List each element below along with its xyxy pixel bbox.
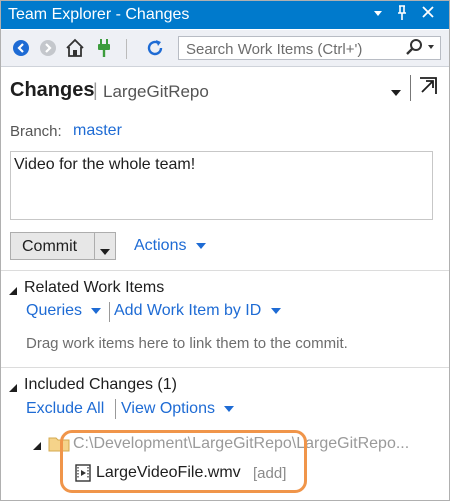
home-icon[interactable]: [64, 37, 86, 59]
link-separator: [109, 302, 110, 322]
add-work-item-label[interactable]: Add Work Item by ID: [114, 302, 261, 319]
popout-icon[interactable]: [418, 76, 438, 101]
link-separator: [115, 399, 116, 419]
commit-button-label[interactable]: Commit: [22, 238, 77, 256]
connect-icon[interactable]: [93, 37, 115, 59]
tree-expand-icon[interactable]: [32, 438, 42, 456]
refresh-icon[interactable]: [144, 37, 166, 59]
highlight-annotation: [60, 430, 307, 493]
view-options-chevron-down-icon: [224, 400, 235, 418]
commit-button-divider: [94, 233, 95, 259]
page-dropdown-icon[interactable]: [390, 84, 402, 102]
commit-message-text: Video for the whole team!: [14, 156, 196, 173]
add-work-item-chevron-down-icon: [270, 302, 281, 320]
pin-icon[interactable]: [393, 5, 411, 24]
add-work-item-menu[interactable]: Add Work Item by ID: [114, 302, 281, 320]
section-divider: [1, 270, 449, 271]
collapse-included-icon[interactable]: [8, 380, 18, 398]
commit-split-button[interactable]: Commit: [10, 232, 116, 260]
commit-message-input[interactable]: Video for the whole team!: [10, 151, 433, 220]
repo-name: LargeGitRepo: [103, 82, 209, 101]
view-options-menu[interactable]: View Options: [121, 400, 235, 418]
queries-chevron-down-icon: [91, 302, 102, 320]
back-icon[interactable]: [10, 37, 32, 59]
window-dropdown-icon[interactable]: [369, 5, 387, 21]
actions-chevron-down-icon: [195, 237, 206, 255]
branch-link[interactable]: master: [73, 122, 122, 140]
actions-label[interactable]: Actions: [134, 237, 186, 254]
window-title: Team Explorer - Changes: [8, 6, 190, 23]
exclude-all-link[interactable]: Exclude All: [26, 400, 104, 418]
search-icon[interactable]: [404, 38, 436, 63]
related-work-items-title: Related Work Items: [24, 279, 165, 296]
search-placeholder: Search Work Items (Ctrl+'): [186, 41, 363, 58]
toolbar: Search Work Items (Ctrl+'): [1, 30, 449, 67]
queries-label[interactable]: Queries: [26, 302, 82, 319]
close-icon[interactable]: [419, 5, 437, 21]
toolbar-separator: [126, 39, 127, 59]
included-changes-title: Included Changes (1): [24, 376, 177, 393]
forward-icon[interactable]: [37, 37, 59, 59]
queries-menu[interactable]: Queries: [26, 302, 102, 320]
collapse-related-icon[interactable]: [8, 283, 18, 301]
related-hint-text: Drag work items here to link them to the…: [26, 335, 348, 352]
title-bar: Team Explorer - Changes: [1, 1, 449, 29]
view-options-label[interactable]: View Options: [121, 400, 215, 417]
header-separator: [410, 75, 411, 101]
commit-dropdown-icon[interactable]: [100, 243, 110, 261]
title-separator: |: [93, 80, 98, 100]
page-title: Changes: [10, 79, 95, 101]
actions-menu[interactable]: Actions: [134, 237, 206, 255]
search-input[interactable]: Search Work Items (Ctrl+'): [178, 36, 441, 60]
branch-label: Branch:: [10, 123, 62, 140]
section-divider: [1, 367, 449, 368]
